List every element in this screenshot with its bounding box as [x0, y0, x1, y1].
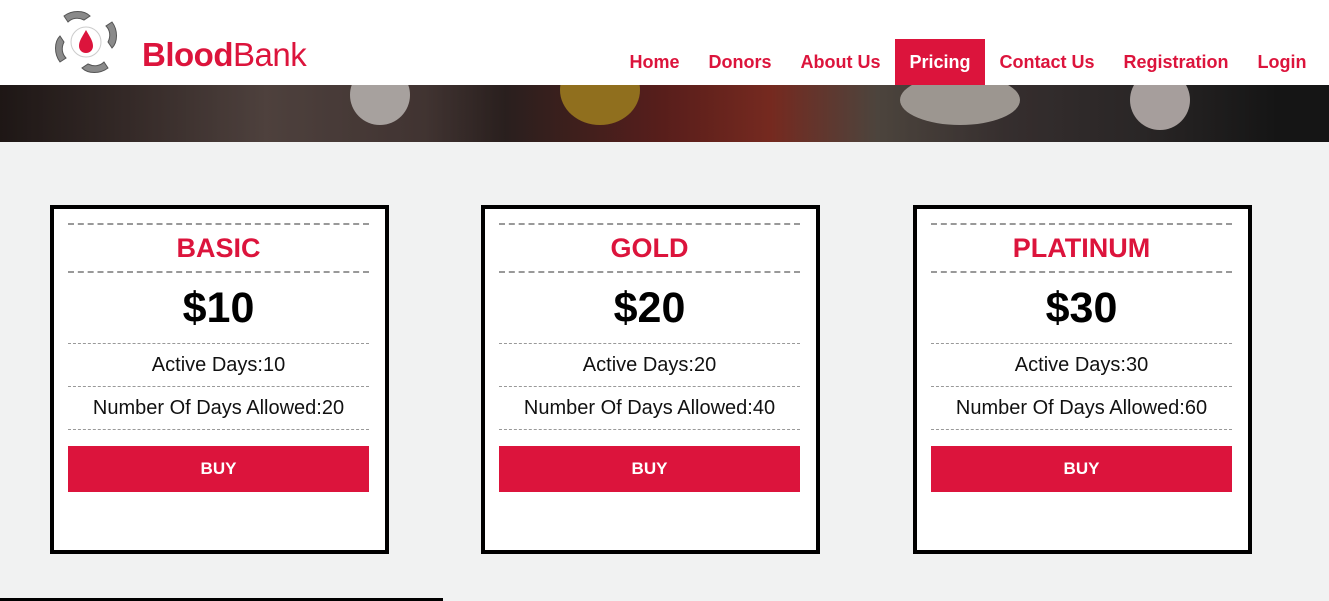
plan-days-allowed: Number Of Days Allowed:40 — [499, 387, 800, 430]
plan-price: $10 — [68, 273, 369, 344]
brand-name-bold: Blood — [142, 36, 233, 73]
pricing-card-basic: BASIC $10 Active Days:10 Number Of Days … — [50, 205, 389, 554]
plan-price: $20 — [499, 273, 800, 344]
plan-days-allowed: Number Of Days Allowed:20 — [68, 387, 369, 430]
pricing-card-platinum: PLATINUM $30 Active Days:30 Number Of Da… — [913, 205, 1252, 554]
pricing-card-gold: GOLD $20 Active Days:20 Number Of Days A… — [481, 205, 820, 554]
plan-days-allowed: Number Of Days Allowed:60 — [931, 387, 1232, 430]
nav-contact-us[interactable]: Contact Us — [985, 39, 1109, 85]
nav-about-us[interactable]: About Us — [786, 39, 895, 85]
plan-active-days: Active Days:30 — [931, 344, 1232, 387]
nav-registration[interactable]: Registration — [1109, 39, 1243, 85]
buy-gold-button[interactable]: BUY — [499, 446, 800, 492]
brand-name[interactable]: BloodBank — [142, 36, 307, 74]
buy-platinum-button[interactable]: BUY — [931, 446, 1232, 492]
pricing-cards: BASIC $10 Active Days:10 Number Of Days … — [0, 205, 1329, 554]
hero-banner-image — [0, 85, 1329, 142]
plan-price: $30 — [931, 273, 1232, 344]
buy-basic-button[interactable]: BUY — [68, 446, 369, 492]
plan-name: GOLD — [499, 223, 800, 273]
plan-name: PLATINUM — [931, 223, 1232, 273]
nav-home[interactable]: Home — [615, 39, 694, 85]
site-header: BloodBank Home Donors About Us Pricing C… — [0, 0, 1329, 85]
nav-donors[interactable]: Donors — [694, 39, 786, 85]
plan-active-days: Active Days:10 — [68, 344, 369, 387]
blood-drop-logo-icon[interactable] — [50, 8, 122, 76]
nav-login[interactable]: Login — [1243, 39, 1321, 85]
brand-name-regular: Bank — [232, 36, 307, 73]
plan-name: BASIC — [68, 223, 369, 273]
banner-shade — [0, 85, 1329, 142]
main-nav: Home Donors About Us Pricing Contact Us … — [615, 39, 1321, 85]
plan-active-days: Active Days:20 — [499, 344, 800, 387]
nav-pricing[interactable]: Pricing — [894, 39, 985, 85]
